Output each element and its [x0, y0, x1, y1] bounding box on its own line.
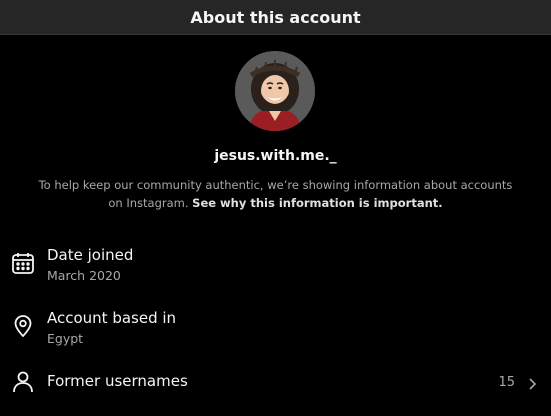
former-usernames-label: Former usernames	[47, 372, 188, 390]
date-joined-label: Date joined	[47, 246, 134, 264]
username: jesus.with.me._	[214, 148, 337, 164]
calendar-icon	[11, 251, 35, 275]
account-based-in-row: Account based in Egypt	[0, 309, 551, 353]
date-joined-row: Date joined March 2020	[0, 246, 551, 290]
info-description: To help keep our community authentic, we…	[38, 176, 513, 212]
header-bar: About this account	[0, 0, 551, 35]
date-joined-value: March 2020	[47, 268, 121, 283]
chevron-right-icon	[525, 376, 539, 390]
info-importance-link[interactable]: See why this information is important.	[192, 196, 442, 210]
page-title: About this account	[190, 7, 361, 27]
former-usernames-row[interactable]: Former usernames 15	[0, 369, 551, 416]
account-based-in-label: Account based in	[47, 309, 177, 327]
avatar	[235, 51, 315, 131]
user-icon	[11, 369, 35, 393]
account-based-in-value: Egypt	[47, 331, 84, 346]
location-pin-icon	[11, 314, 35, 338]
former-usernames-count: 15	[498, 375, 515, 390]
